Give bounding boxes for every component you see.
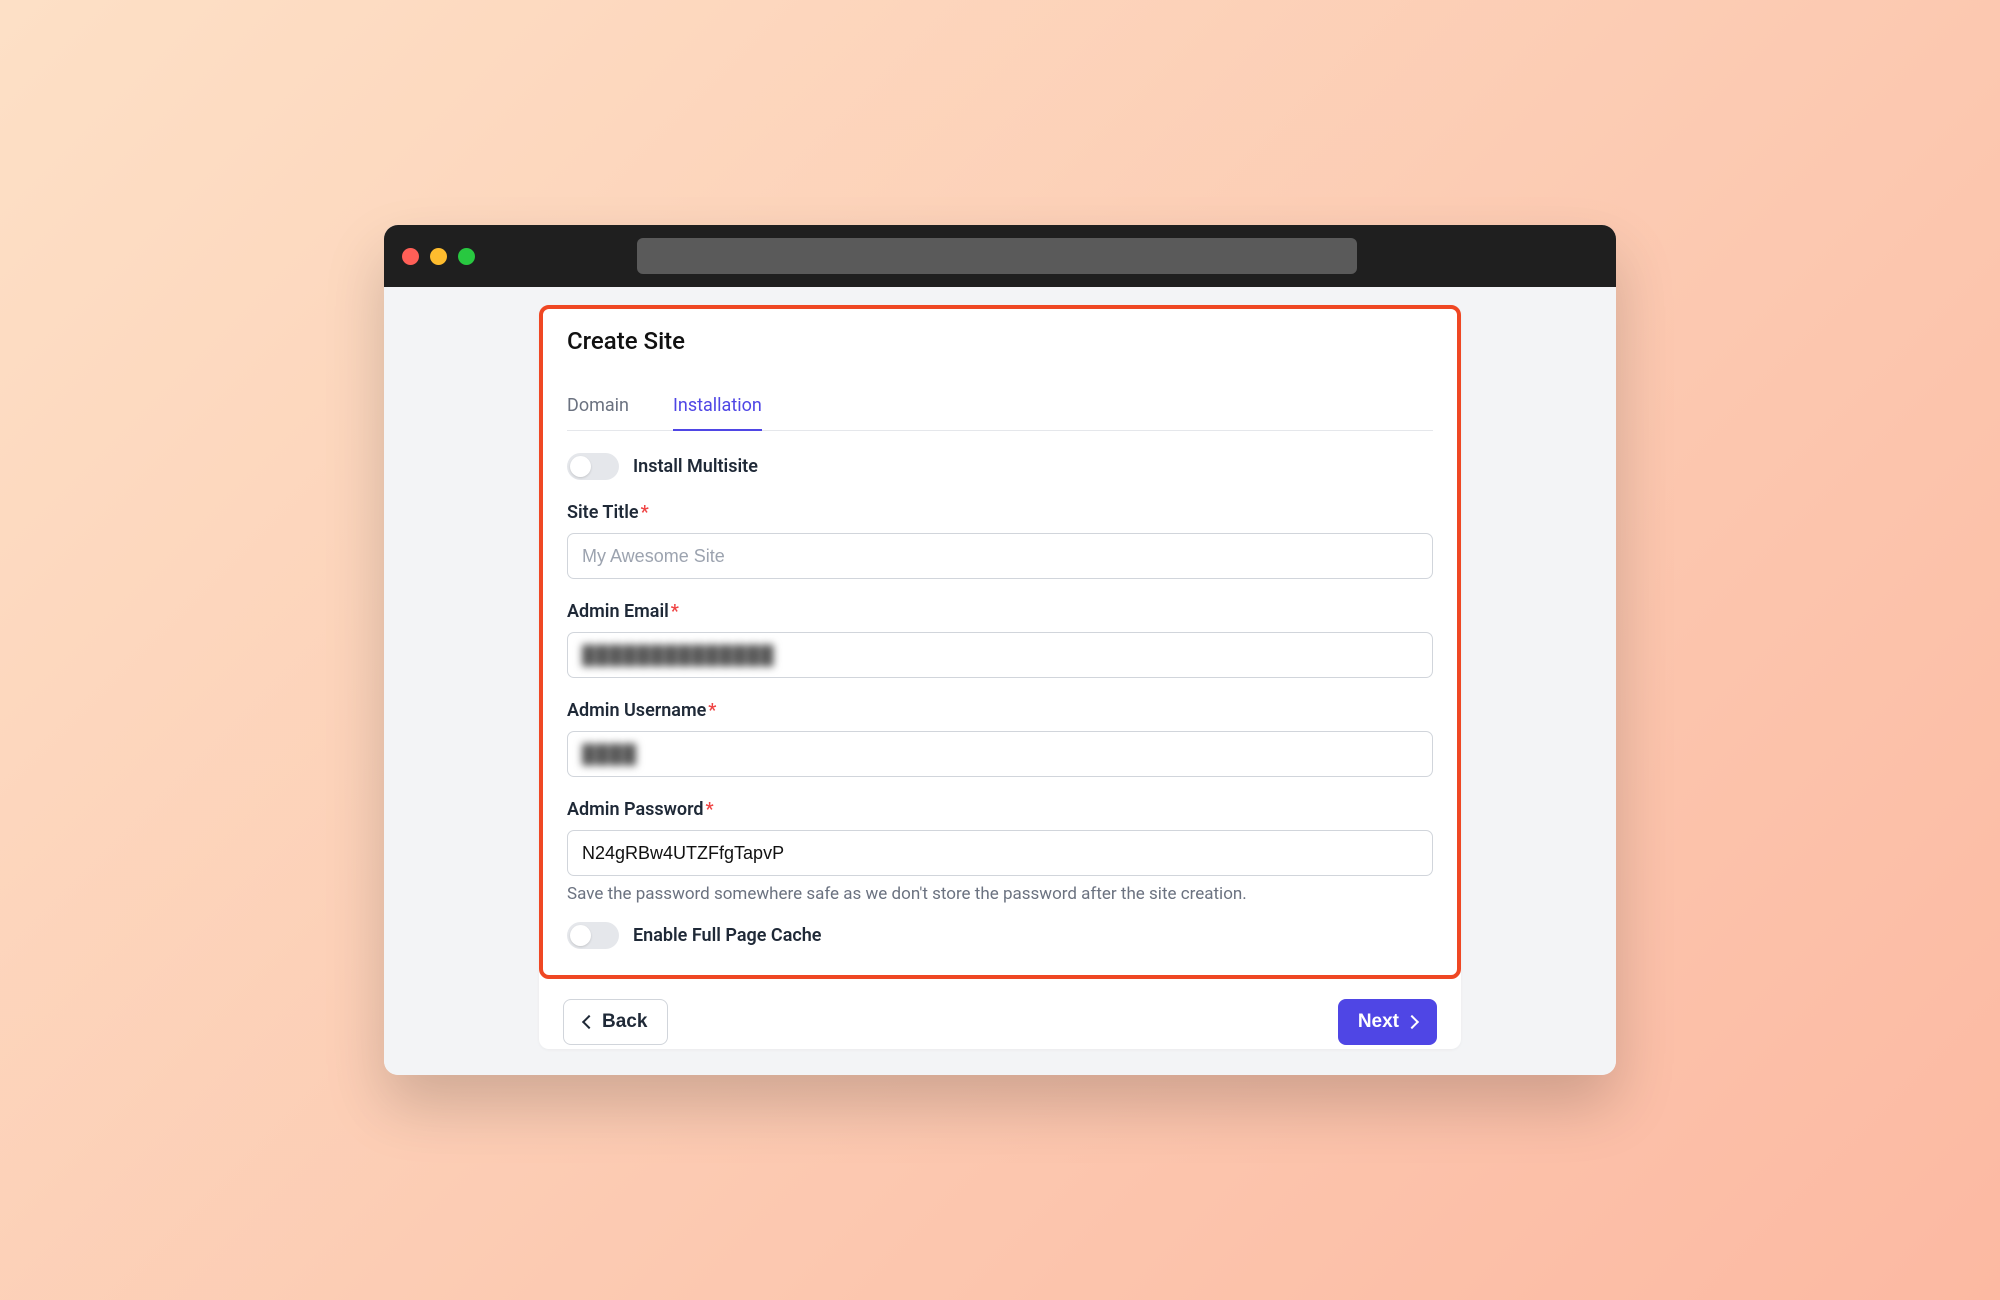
- minimize-window-icon[interactable]: [430, 248, 447, 265]
- page-title: Create Site: [567, 327, 1433, 355]
- address-bar[interactable]: [637, 238, 1357, 274]
- browser-titlebar: [384, 225, 1616, 287]
- password-help-text: Save the password somewhere safe as we d…: [567, 884, 1433, 904]
- admin-email-field: Admin Email* ██████████████: [567, 601, 1433, 678]
- tab-domain[interactable]: Domain: [567, 385, 629, 430]
- chevron-right-icon: [1405, 1015, 1419, 1029]
- browser-window: Create Site Domain Installation Install …: [384, 225, 1616, 1075]
- maximize-window-icon[interactable]: [458, 248, 475, 265]
- enable-cache-label: Enable Full Page Cache: [633, 925, 821, 946]
- admin-email-input[interactable]: ██████████████: [567, 632, 1433, 678]
- install-multisite-row: Install Multisite: [567, 453, 1433, 480]
- card-footer: Back Next: [539, 979, 1461, 1049]
- admin-username-input[interactable]: ████: [567, 731, 1433, 777]
- admin-email-label: Admin Email*: [567, 601, 1433, 622]
- enable-cache-row: Enable Full Page Cache: [567, 922, 1433, 949]
- enable-cache-toggle[interactable]: [567, 922, 619, 949]
- site-title-label: Site Title*: [567, 502, 1433, 523]
- admin-password-input[interactable]: [567, 830, 1433, 876]
- next-button[interactable]: Next: [1338, 999, 1437, 1045]
- close-window-icon[interactable]: [402, 248, 419, 265]
- install-multisite-toggle[interactable]: [567, 453, 619, 480]
- back-button[interactable]: Back: [563, 999, 668, 1045]
- window-controls: [402, 248, 475, 265]
- chevron-left-icon: [582, 1015, 596, 1029]
- highlighted-panel: Create Site Domain Installation Install …: [539, 305, 1461, 979]
- admin-username-label: Admin Username*: [567, 700, 1433, 721]
- admin-password-label: Admin Password*: [567, 799, 1433, 820]
- admin-password-field: Admin Password*: [567, 799, 1433, 876]
- tab-installation[interactable]: Installation: [673, 385, 762, 430]
- tabs: Domain Installation: [567, 385, 1433, 431]
- site-title-field: Site Title*: [567, 502, 1433, 579]
- install-multisite-label: Install Multisite: [633, 456, 758, 477]
- site-title-input[interactable]: [567, 533, 1433, 579]
- create-site-card: Create Site Domain Installation Install …: [539, 305, 1461, 1049]
- content-area: Create Site Domain Installation Install …: [384, 287, 1616, 1075]
- admin-username-field: Admin Username* ████: [567, 700, 1433, 777]
